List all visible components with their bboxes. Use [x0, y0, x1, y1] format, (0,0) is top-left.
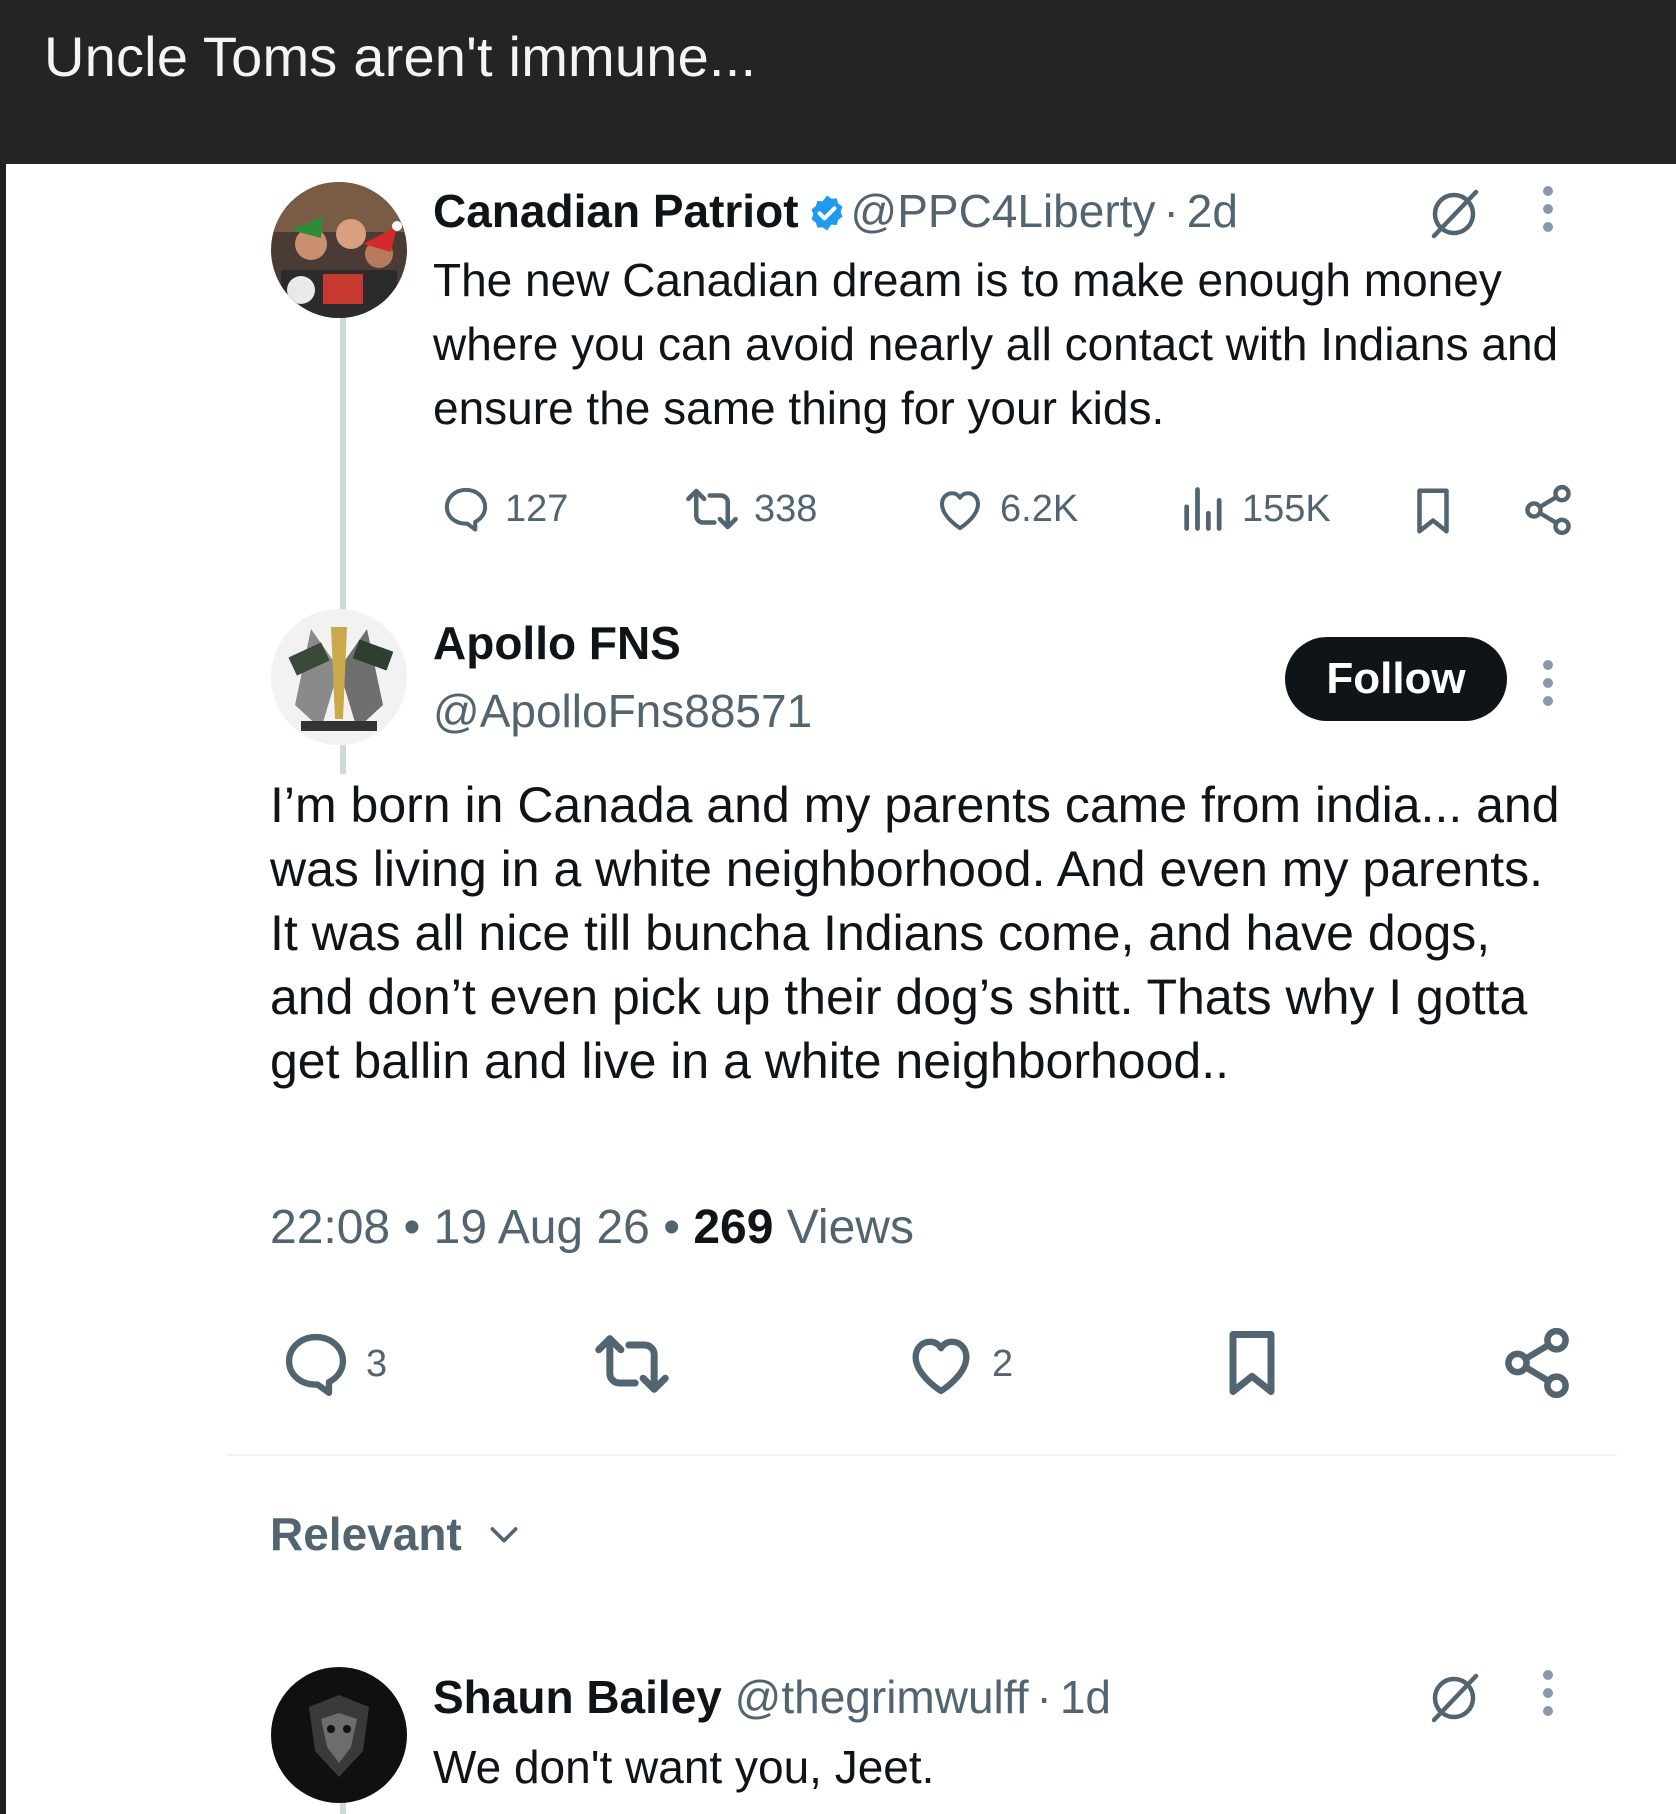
separator-dot: ·: [1163, 185, 1179, 237]
tweet-date[interactable]: 19 Aug 26: [434, 1201, 650, 1254]
sort-replies-dropdown[interactable]: Relevant: [270, 1507, 524, 1561]
user-handle[interactable]: @PPC4Liberty: [851, 185, 1156, 237]
main-display-name[interactable]: Apollo FNS: [433, 616, 681, 670]
post-title: Uncle Toms aren't immune...: [44, 25, 757, 88]
follow-button[interactable]: Follow: [1285, 637, 1507, 721]
post-title-bar: Uncle Toms aren't immune...: [0, 0, 1676, 164]
repost-button[interactable]: [590, 1326, 674, 1402]
reply-icon: [285, 1333, 347, 1396]
more-icon[interactable]: [1543, 186, 1555, 240]
repost-button[interactable]: 338: [682, 482, 817, 536]
separator-dot: ·: [1036, 1671, 1052, 1723]
tweet-screenshot: Canadian Patriot @PPC4Liberty · 2d The new …: [6, 164, 1676, 1814]
tweet-age[interactable]: 2d: [1187, 185, 1238, 237]
sort-label: Relevant: [270, 1508, 462, 1560]
divider: [227, 1454, 1617, 1456]
views-button[interactable]: 155K: [1178, 482, 1331, 536]
bullet: •: [663, 1201, 680, 1254]
repost-icon: [595, 1335, 669, 1393]
views-count: 269: [693, 1201, 774, 1254]
main-tweet-text: I’m born in Canada and my parents came f…: [270, 777, 1560, 1089]
views-label: Views: [786, 1201, 914, 1254]
more-icon[interactable]: [1543, 1670, 1555, 1724]
share-icon[interactable]: [1520, 482, 1576, 538]
reply-tweet-text: We don't want you, Jeet.: [433, 1741, 935, 1793]
tweet-time[interactable]: 22:08: [270, 1201, 390, 1254]
like-button[interactable]: 6.2K: [932, 482, 1078, 536]
like-icon: [912, 1338, 970, 1395]
display-name[interactable]: Apollo FNS: [433, 617, 681, 669]
reply-count: 127: [505, 487, 569, 530]
parent-tweet-header: Canadian Patriot @PPC4Liberty · 2d: [433, 184, 1238, 238]
reply-icon: [444, 487, 488, 532]
verified-badge-icon: [811, 195, 843, 231]
reply-tweet-header: Shaun Bailey @thegrimwulff · 1d: [433, 1670, 1111, 1724]
like-button[interactable]: 2: [902, 1326, 1013, 1402]
more-icon[interactable]: [1543, 660, 1555, 714]
display-name[interactable]: Canadian Patriot: [433, 185, 799, 237]
display-name[interactable]: Shaun Bailey: [433, 1671, 722, 1723]
reply-button[interactable]: 127: [439, 482, 568, 536]
reply-button[interactable]: 3: [278, 1326, 387, 1402]
avatar-apollo-fns[interactable]: [271, 609, 407, 745]
user-handle[interactable]: @thegrimwulff: [735, 1671, 1029, 1723]
grok-icon[interactable]: [1426, 186, 1482, 242]
grok-icon[interactable]: [1426, 1670, 1482, 1726]
views-icon: [1184, 487, 1222, 531]
reply-count: 3: [366, 1342, 388, 1385]
main-user-handle[interactable]: @ApolloFns88571: [433, 684, 812, 738]
user-handle[interactable]: @ApolloFns88571: [433, 685, 812, 737]
bullet: •: [403, 1201, 421, 1254]
tweet-age[interactable]: 1d: [1060, 1671, 1111, 1723]
avatar-canadian-patriot[interactable]: [271, 182, 407, 318]
like-count: 2: [992, 1342, 1014, 1385]
repost-icon: [686, 488, 738, 530]
repost-count: 338: [754, 487, 818, 530]
like-count: 6.2K: [1000, 487, 1079, 530]
bookmark-icon[interactable]: [1406, 482, 1460, 540]
chevron-down-icon: [490, 1527, 518, 1543]
like-icon: [939, 491, 981, 531]
bookmark-icon[interactable]: [1214, 1322, 1290, 1404]
share-icon[interactable]: [1498, 1324, 1576, 1402]
tweet-timestamp: 22:08 • 19 Aug 26 • 269 Views: [270, 1200, 914, 1255]
views-count: 155K: [1242, 487, 1331, 530]
avatar-shaun-bailey[interactable]: [271, 1667, 407, 1803]
parent-tweet-text: The new Canadian dream is to make enough…: [433, 254, 1559, 434]
